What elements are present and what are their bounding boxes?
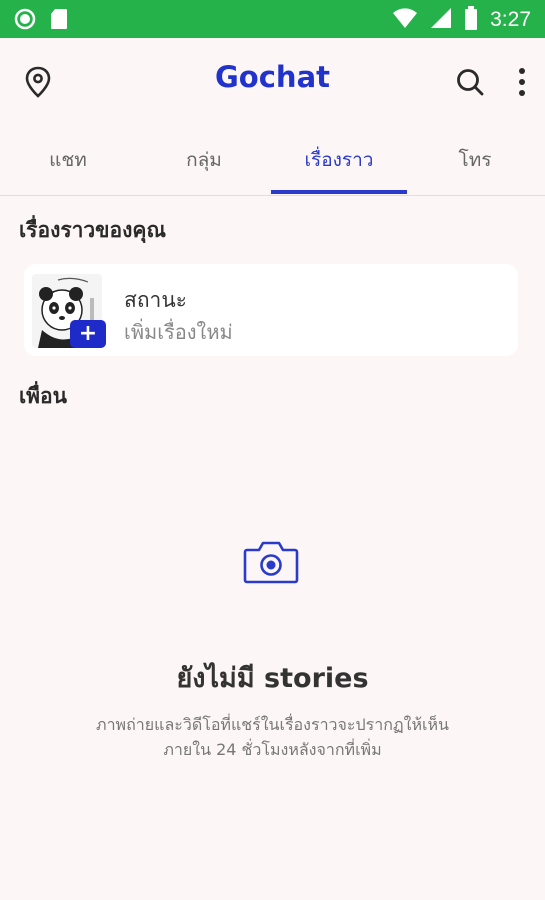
tab-bar: แชท กลุ่ม เรื่องราว โทร [0,124,545,196]
more-vertical-icon[interactable] [502,62,542,102]
add-status-card[interactable]: + สถานะ เพิ่มเรื่องใหม่ [24,264,518,356]
tab-chat[interactable]: แชท [0,124,136,196]
wifi-icon [392,7,418,33]
sd-card-icon [50,8,68,34]
status-left [14,8,68,34]
search-icon[interactable] [450,62,490,102]
status-time: 3:27 [490,8,531,31]
cellular-signal-icon [430,7,452,33]
empty-state-title: ยังไม่มี stories [176,663,369,694]
status-label: สถานะ [124,288,187,312]
empty-state-description-line1: ภาพถ่ายและวิดีโอที่แชร์ในเรื่องราวจะปราก… [96,715,449,734]
tab-stories[interactable]: เรื่องราว [271,124,407,196]
your-stories-heading: เรื่องราวของคุณ [19,218,166,242]
friends-heading: เพื่อน [19,384,67,408]
tab-calls[interactable]: โทร [407,124,543,196]
camera-icon [243,540,299,584]
empty-state-description-line2: ภายใน 24 ชั่วโมงหลังจากที่เพิ่ม [163,740,382,759]
tab-groups[interactable]: กลุ่ม [136,124,272,196]
add-new-story-label: เพิ่มเรื่องใหม่ [124,320,233,344]
tab-active-indicator [271,190,407,194]
add-story-badge: + [70,320,106,348]
battery-icon [464,6,478,34]
app-bar: Gochat [0,38,545,124]
notification-dot-icon [14,8,36,34]
empty-state-description: ภาพถ่ายและวิดีโอที่แชร์ในเรื่องราวจะปราก… [40,712,505,762]
status-bar: 3:27 [0,0,545,38]
status-right: 3:27 [392,6,531,34]
